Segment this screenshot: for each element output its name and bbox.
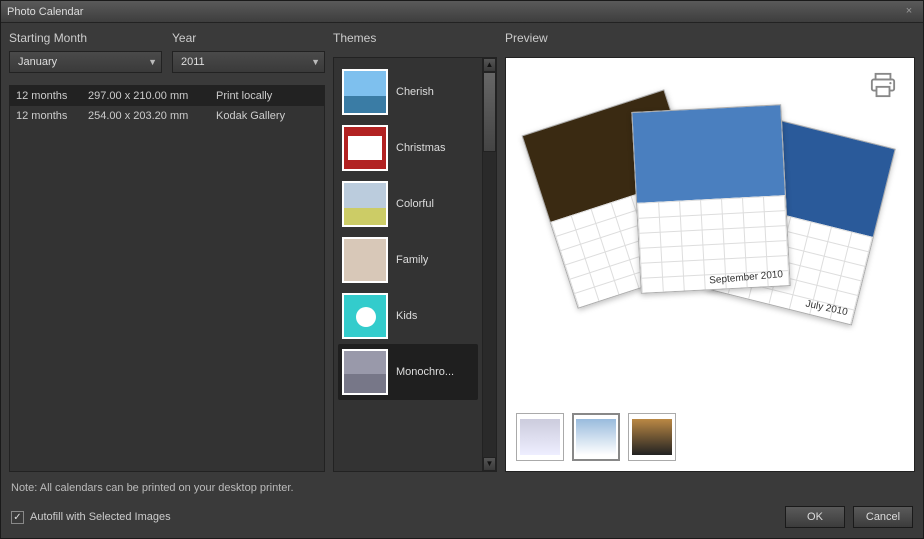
theme-thumb	[342, 237, 388, 283]
chevron-down-icon: ▼	[311, 57, 320, 67]
scroll-thumb[interactable]	[483, 72, 496, 152]
print-option-target: Kodak Gallery	[216, 110, 318, 122]
theme-thumb	[342, 349, 388, 395]
year-dropdown[interactable]: 2011 ▼	[172, 51, 325, 73]
scroll-up-icon[interactable]: ▲	[483, 58, 496, 72]
theme-name: Monochro...	[396, 366, 454, 378]
starting-month-label: Starting Month	[9, 31, 162, 45]
photo-calendar-dialog: Photo Calendar × Starting Month January …	[0, 0, 924, 539]
dialog-title: Photo Calendar	[7, 6, 83, 18]
starting-month-value: January	[18, 56, 148, 68]
preview-thumb[interactable]	[628, 413, 676, 461]
theme-thumb	[342, 293, 388, 339]
theme-name: Cherish	[396, 86, 434, 98]
ok-button[interactable]: OK	[785, 506, 845, 528]
preview-thumb[interactable]	[572, 413, 620, 461]
year-value: 2011	[181, 56, 311, 68]
print-option-row[interactable]: 12 months 297.00 x 210.00 mm Print local…	[10, 86, 324, 106]
theme-thumb	[342, 69, 388, 115]
theme-item-family[interactable]: Family	[338, 232, 478, 288]
preview-label: Preview	[505, 31, 915, 45]
theme-item-colorful[interactable]: Colorful	[338, 176, 478, 232]
print-option-dimensions: 297.00 x 210.00 mm	[88, 90, 208, 102]
autofill-label: Autofill with Selected Images	[30, 511, 171, 523]
cancel-button[interactable]: Cancel	[853, 506, 913, 528]
theme-item-monochrome[interactable]: Monochro...	[338, 344, 478, 400]
theme-item-cherish[interactable]: Cherish	[338, 64, 478, 120]
starting-month-dropdown[interactable]: January ▼	[9, 51, 162, 73]
year-label: Year	[172, 31, 325, 45]
theme-name: Kids	[396, 310, 417, 322]
print-options-list: 12 months 297.00 x 210.00 mm Print local…	[9, 85, 325, 472]
scroll-down-icon[interactable]: ▼	[483, 457, 496, 471]
calendar-month-label: September 2010	[709, 269, 784, 286]
theme-name: Family	[396, 254, 428, 266]
theme-item-kids[interactable]: Kids	[338, 288, 478, 344]
print-option-target: Print locally	[216, 90, 318, 102]
preview-thumb-strip	[516, 405, 904, 461]
theme-thumb	[342, 125, 388, 171]
footer-note: Note: All calendars can be printed on yo…	[1, 476, 923, 500]
checkbox-icon: ✓	[11, 511, 24, 524]
calendar-month-label: July 2010	[805, 299, 849, 319]
print-option-dimensions: 254.00 x 203.20 mm	[88, 110, 208, 122]
chevron-down-icon: ▼	[148, 57, 157, 67]
preview-thumb[interactable]	[516, 413, 564, 461]
calendar-card: September 2010	[631, 104, 790, 294]
themes-scrollbar[interactable]: ▲ ▼	[482, 58, 496, 471]
autofill-checkbox[interactable]: ✓ Autofill with Selected Images	[11, 511, 171, 524]
theme-item-christmas[interactable]: Christmas	[338, 120, 478, 176]
theme-thumb	[342, 181, 388, 227]
print-option-duration: 12 months	[16, 110, 80, 122]
preview-area: July 2010 September 2010	[505, 57, 915, 472]
theme-name: Colorful	[396, 198, 434, 210]
titlebar: Photo Calendar ×	[1, 1, 923, 23]
theme-name: Christmas	[396, 142, 446, 154]
themes-label: Themes	[333, 31, 497, 45]
print-option-row[interactable]: 12 months 254.00 x 203.20 mm Kodak Galle…	[10, 106, 324, 126]
close-icon[interactable]: ×	[901, 4, 917, 20]
print-option-duration: 12 months	[16, 90, 80, 102]
themes-list: Cherish Christmas Colorful Family	[334, 58, 482, 471]
